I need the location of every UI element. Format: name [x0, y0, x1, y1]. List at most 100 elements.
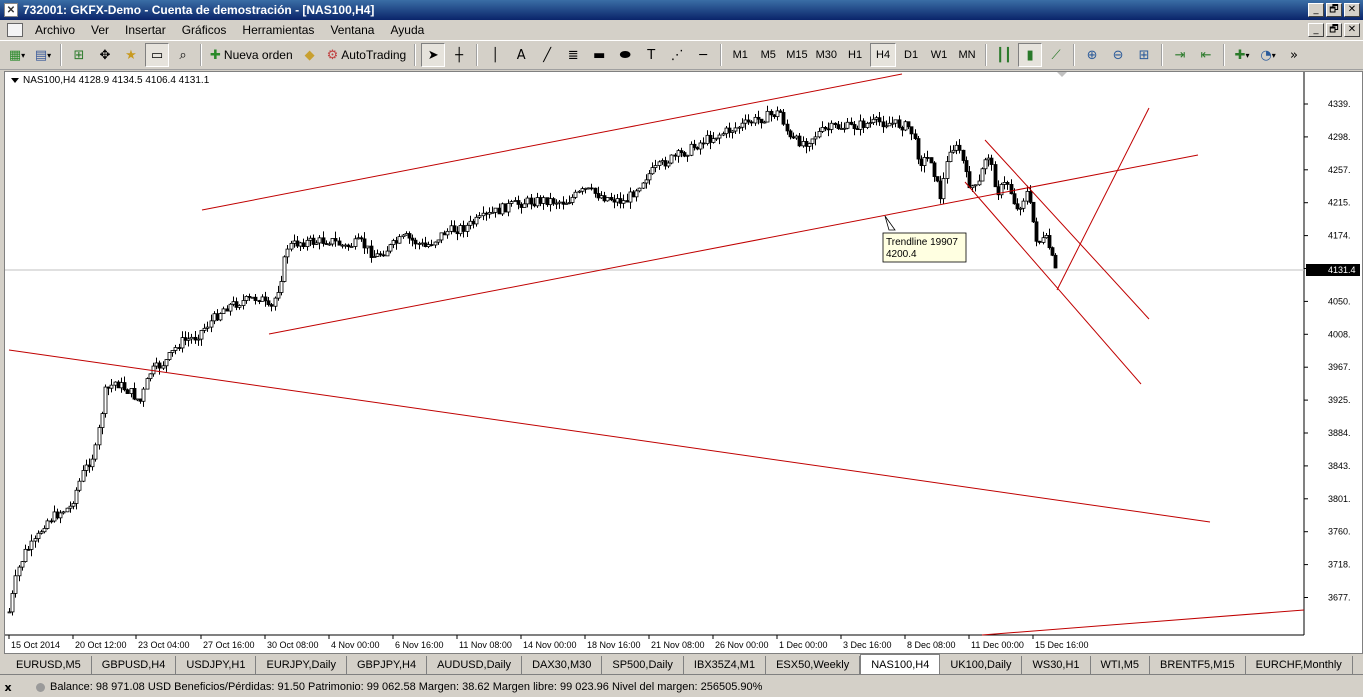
close-button[interactable]: ✕: [1344, 3, 1360, 17]
rectangle-tool-button[interactable]: ▬: [587, 43, 611, 67]
timeframe-m1[interactable]: M1: [727, 43, 753, 67]
mdi-close-button[interactable]: ✕: [1344, 23, 1360, 37]
terminal-close-icon[interactable]: x: [0, 681, 16, 694]
chart-tab[interactable]: ESX50,Weekly: [766, 656, 861, 674]
indicators-button[interactable]: ✚ ▾: [1230, 43, 1254, 67]
menu-ventana[interactable]: Ventana: [322, 23, 382, 37]
timeframe-h1[interactable]: H1: [842, 43, 868, 67]
chart-tab[interactable]: WTI,M5: [1091, 656, 1151, 674]
candle-body: [708, 134, 713, 143]
new-order-button[interactable]: ✚ Nueva orden: [207, 43, 296, 67]
candle-body: [794, 135, 799, 139]
chart-tab[interactable]: EURUSD,M5: [6, 656, 92, 674]
candle-body: [746, 119, 751, 123]
menu-ayuda[interactable]: Ayuda: [382, 23, 432, 37]
menu-graficos[interactable]: Gráficos: [174, 23, 235, 37]
candlestick-button[interactable]: ▮: [1018, 43, 1043, 67]
menu-ver[interactable]: Ver: [83, 23, 117, 37]
candle-body: [602, 195, 607, 202]
trendline-tool-button[interactable]: ╱: [535, 43, 559, 67]
candle-body: [692, 143, 697, 148]
chart-tab[interactable]: GBPUSD,H4: [92, 656, 177, 674]
title-bar: ✕ 732001: GKFX-Demo - Cuenta de demostra…: [0, 0, 1363, 20]
candle-body: [55, 511, 60, 519]
new-chart-button[interactable]: ▦ ▾: [5, 43, 29, 67]
chart-tab[interactable]: EURCHF,Monthly: [1246, 656, 1353, 674]
candle-body: [1015, 203, 1020, 210]
candle-body: [7, 611, 12, 614]
candle-body: [372, 256, 377, 258]
mdi-restore-button[interactable]: 🗗: [1326, 23, 1342, 37]
chart-tab[interactable]: SP500,Daily: [602, 656, 684, 674]
terminal-button[interactable]: ▭: [145, 43, 169, 67]
timeframe-mn[interactable]: MN: [954, 43, 980, 67]
candle-body: [378, 253, 383, 256]
navigator-button[interactable]: ★: [119, 43, 143, 67]
bar-chart-button[interactable]: ┃┃: [992, 43, 1016, 67]
candle-body: [359, 237, 364, 240]
candle-body: [833, 122, 838, 126]
toolbar-overflow-button[interactable]: »: [1282, 43, 1306, 67]
chart-tab[interactable]: IBX35Z4,M1: [684, 656, 767, 674]
chart-tab[interactable]: GBPJPY,H4: [347, 656, 428, 674]
chart-tab[interactable]: UK100,Daily: [940, 656, 1023, 674]
chart-document-icon[interactable]: [7, 23, 23, 37]
timeframe-m30[interactable]: M30: [813, 43, 840, 67]
chart-tab[interactable]: DAX30,M30: [522, 656, 603, 674]
price-label: 3760.: [1328, 527, 1351, 537]
text-tool-button[interactable]: A: [509, 43, 533, 67]
chart-tab[interactable]: AUDUSD,Daily: [427, 656, 523, 674]
autotrading-button[interactable]: ⚙ AutoTrading: [324, 43, 410, 67]
cursor-tool-button[interactable]: ➤: [421, 43, 446, 67]
channel-tool-button[interactable]: ≣: [561, 43, 585, 67]
time-label: 15 Oct 2014: [11, 640, 60, 650]
chart-tab[interactable]: Cc: [1353, 656, 1363, 674]
minimize-button[interactable]: _: [1308, 3, 1324, 17]
metaeditor-button[interactable]: ◆: [298, 43, 322, 67]
market-watch-button[interactable]: ⊞: [67, 43, 91, 67]
menu-insertar[interactable]: Insertar: [117, 23, 174, 37]
trendline: [8, 349, 1211, 523]
chart-window[interactable]: 4339.4298.4257.4215.4174.4091.4050.4008.…: [4, 71, 1363, 654]
periods-button[interactable]: ◔ ▾: [1256, 43, 1280, 67]
chart-tab[interactable]: NAS100,H4: [860, 654, 941, 674]
timeframe-h4[interactable]: H4: [870, 43, 897, 67]
candle-body: [605, 197, 610, 202]
data-window-button[interactable]: ✥: [93, 43, 117, 67]
ellipse-tool-button[interactable]: ⬬: [613, 43, 637, 67]
candle-body: [103, 386, 108, 414]
chart-shift-button[interactable]: ⇤: [1194, 43, 1218, 67]
timeframe-m15[interactable]: M15: [783, 43, 810, 67]
chart-tab[interactable]: BRENTF5,M15: [1150, 656, 1246, 674]
candle-body: [932, 162, 937, 177]
candle-body: [161, 365, 166, 369]
fibo-fan-button[interactable]: ⋰: [665, 43, 689, 67]
collapse-triangle-icon[interactable]: [11, 78, 19, 83]
time-label: 3 Dec 16:00: [843, 640, 892, 650]
vertical-line-button[interactable]: │: [483, 43, 507, 67]
zoom-out-button[interactable]: ⊖: [1106, 43, 1130, 67]
candle-body: [740, 122, 745, 128]
channel-icon: ≣: [567, 47, 579, 63]
auto-scroll-button[interactable]: ⇥: [1168, 43, 1192, 67]
price-chart[interactable]: 4339.4298.4257.4215.4174.4091.4050.4008.…: [5, 72, 1362, 653]
mdi-minimize-button[interactable]: _: [1308, 23, 1324, 37]
horizontal-line-button[interactable]: ─: [691, 43, 715, 67]
timeframe-m5[interactable]: M5: [755, 43, 781, 67]
timeframe-w1[interactable]: W1: [926, 43, 952, 67]
tile-windows-button[interactable]: ⊞: [1132, 43, 1156, 67]
restore-button[interactable]: 🗗: [1326, 3, 1342, 17]
menu-archivo[interactable]: Archivo: [27, 23, 83, 37]
crosshair-tool-button[interactable]: ┼: [447, 43, 471, 67]
label-tool-button[interactable]: T: [639, 43, 663, 67]
zoom-in-button[interactable]: ⊕: [1080, 43, 1104, 67]
chart-tab[interactable]: USDJPY,H1: [176, 656, 257, 674]
strategy-tester-button[interactable]: ⌕: [171, 43, 195, 67]
line-chart-button[interactable]: ⟋: [1044, 43, 1068, 67]
candle-body: [900, 127, 905, 131]
chart-tab[interactable]: WS30,H1: [1022, 656, 1091, 674]
chart-tab[interactable]: EURJPY,Daily: [256, 656, 347, 674]
timeframe-d1[interactable]: D1: [898, 43, 924, 67]
menu-herramientas[interactable]: Herramientas: [234, 23, 322, 37]
profiles-button[interactable]: ▤ ▾: [31, 43, 55, 67]
